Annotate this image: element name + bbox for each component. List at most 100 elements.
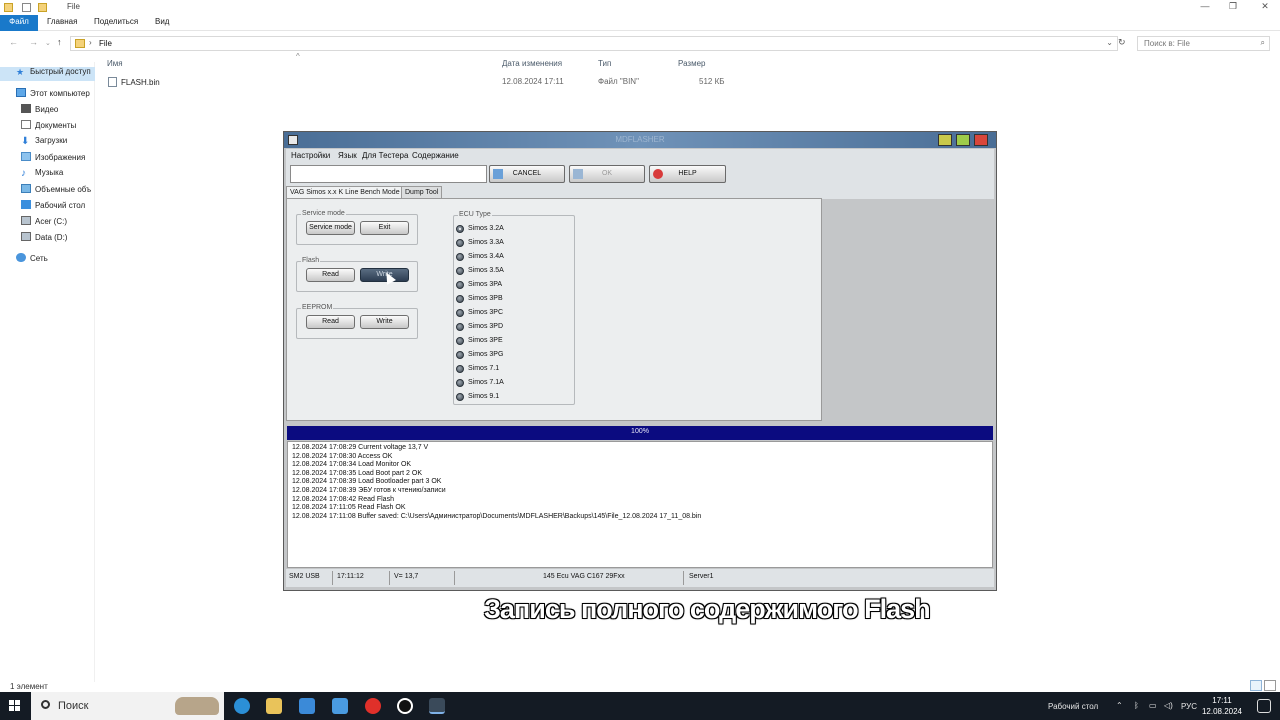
up-icon[interactable]: ↑ — [57, 37, 62, 47]
nav-item-drive-c[interactable]: Acer (C:) — [21, 216, 67, 230]
nav-this-pc[interactable]: Этот компьютер — [16, 88, 90, 102]
menu-contents[interactable]: Содержание — [412, 151, 459, 160]
ecu-option[interactable]: Simos 3PE — [456, 336, 566, 348]
radio-icon[interactable] — [456, 393, 464, 401]
radio-icon[interactable] — [456, 337, 464, 345]
command-input[interactable] — [290, 165, 487, 183]
column-header-date[interactable]: Дата изменения — [502, 59, 562, 68]
address-bar[interactable]: › File ⌄ — [70, 36, 1118, 51]
ecu-option[interactable]: Simos 3PC — [456, 308, 566, 320]
column-header-type[interactable]: Тип — [598, 59, 611, 68]
flash-read-button[interactable]: Read — [306, 268, 355, 282]
windows-start-icon[interactable] — [9, 700, 21, 712]
ecu-option[interactable]: Simos 9.1 — [456, 392, 566, 404]
chevron-down-icon[interactable]: ⌄ — [1106, 38, 1113, 47]
radio-icon[interactable] — [456, 309, 464, 317]
desktop-toolbar-label[interactable]: Рабочий стол — [1048, 702, 1098, 711]
radio-icon[interactable] — [456, 239, 464, 247]
bluetooth-icon[interactable]: ᛒ — [1134, 701, 1139, 710]
tab-view[interactable]: Вид — [155, 17, 169, 26]
clock[interactable]: 17:11 12.08.2024 — [1199, 695, 1245, 717]
opera-icon[interactable] — [365, 698, 381, 714]
menu-settings[interactable]: Настройки — [291, 151, 330, 160]
mail-icon[interactable] — [299, 698, 315, 714]
column-header-name[interactable]: Имя — [107, 59, 123, 68]
eeprom-write-button[interactable]: Write — [360, 315, 409, 329]
network-icon[interactable]: ▭ — [1149, 701, 1157, 710]
edge-icon[interactable] — [234, 698, 250, 714]
taskbar-search[interactable]: Поиск — [31, 692, 224, 720]
new-folder-icon[interactable] — [38, 3, 47, 12]
app-icon[interactable] — [332, 698, 348, 714]
volume-icon[interactable]: ◁) — [1164, 701, 1173, 710]
ecu-option[interactable]: Simos 3.4A — [456, 252, 566, 264]
column-header-size[interactable]: Размер — [678, 59, 706, 68]
help-button[interactable]: HELP — [649, 165, 726, 183]
close-icon[interactable] — [974, 134, 988, 146]
ecu-option[interactable]: Simos 3PB — [456, 294, 566, 306]
tab-home[interactable]: Главная — [47, 17, 77, 26]
radio-icon[interactable] — [456, 365, 464, 373]
tab-share[interactable]: Поделиться — [94, 17, 138, 26]
file-name-text: FLASH.bin — [121, 78, 160, 87]
ecu-option-label: Simos 3.5A — [468, 267, 504, 274]
refresh-icon[interactable]: ↻ — [1118, 37, 1126, 48]
record-icon[interactable] — [397, 698, 413, 714]
ecu-option[interactable]: Simos 3.3A — [456, 238, 566, 250]
menu-tester[interactable]: Для Тестера — [362, 151, 408, 160]
close-icon[interactable]: ✕ — [1258, 1, 1272, 13]
ecu-option[interactable]: Simos 3PG — [456, 350, 566, 362]
radio-icon[interactable] — [456, 225, 464, 233]
ok-button[interactable]: OK — [569, 165, 645, 183]
nav-item-drive-d[interactable]: Data (D:) — [21, 232, 67, 246]
maximize-icon[interactable]: ❐ — [1226, 1, 1240, 13]
radio-icon[interactable] — [456, 281, 464, 289]
ecu-option[interactable]: Simos 3.2A — [456, 224, 566, 236]
large-icons-view-icon[interactable] — [1264, 680, 1276, 691]
radio-icon[interactable] — [456, 267, 464, 275]
ecu-option[interactable]: Simos 7.1 — [456, 364, 566, 376]
exit-button[interactable]: Exit — [360, 221, 409, 235]
forward-icon[interactable]: → — [29, 37, 38, 47]
service-mode-button[interactable]: Service mode — [306, 221, 355, 235]
language-indicator[interactable]: РУС — [1181, 702, 1197, 711]
nav-quick-access[interactable]: ★ Быстрый доступ — [0, 67, 95, 81]
ecu-option[interactable]: Simos 7.1A — [456, 378, 566, 390]
nav-item-3d-objects[interactable]: Объемные объ — [21, 184, 91, 198]
radio-icon[interactable] — [456, 253, 464, 261]
chevron-up-icon[interactable]: ⌃ — [1116, 701, 1123, 710]
minimize-icon[interactable]: — — [1198, 1, 1212, 13]
radio-icon[interactable] — [456, 379, 464, 387]
nav-item-video[interactable]: Видео — [21, 104, 58, 118]
nav-item-documents[interactable]: Документы — [21, 120, 76, 134]
ecu-option[interactable]: Simos 3.5A — [456, 266, 566, 278]
nav-item-desktop[interactable]: Рабочий стол — [21, 200, 85, 214]
minimize-icon[interactable] — [938, 134, 952, 146]
menu-language[interactable]: Язык — [338, 151, 357, 160]
ecu-option[interactable]: Simos 3PD — [456, 322, 566, 334]
explorer-status: 1 элемент — [10, 682, 48, 691]
radio-icon[interactable] — [456, 351, 464, 359]
nav-item-downloads[interactable]: ⬇ Загрузки — [21, 136, 67, 150]
details-view-icon[interactable] — [1250, 680, 1262, 691]
recent-locations-icon[interactable]: ⌄ — [45, 39, 51, 47]
ecu-option[interactable]: Simos 3PA — [456, 280, 566, 292]
nav-item-pictures[interactable]: Изображения — [21, 152, 85, 166]
file-explorer-icon[interactable] — [266, 698, 282, 714]
mdflasher-taskbar-icon[interactable] — [429, 698, 445, 714]
search-input[interactable]: Поиск в: File ⌕ — [1137, 36, 1270, 51]
eeprom-read-button[interactable]: Read — [306, 315, 355, 329]
radio-icon[interactable] — [456, 295, 464, 303]
log-area[interactable]: 12.08.2024 17:08:29 Current voltage 13,7… — [287, 441, 993, 568]
maximize-icon[interactable] — [956, 134, 970, 146]
radio-icon[interactable] — [456, 323, 464, 331]
cancel-button[interactable]: CANCEL — [489, 165, 565, 183]
properties-icon[interactable] — [22, 3, 31, 12]
notifications-icon[interactable] — [1257, 699, 1271, 713]
back-icon[interactable]: ← — [9, 37, 18, 47]
tab-file[interactable]: Файл — [0, 15, 38, 31]
nav-item-music[interactable]: ♪ Музыка — [21, 168, 63, 182]
log-line: 12.08.2024 17:08:35 Load Boot part 2 OK — [292, 469, 422, 477]
file-name[interactable]: FLASH.bin — [108, 77, 160, 87]
nav-network[interactable]: Сеть — [16, 253, 48, 267]
